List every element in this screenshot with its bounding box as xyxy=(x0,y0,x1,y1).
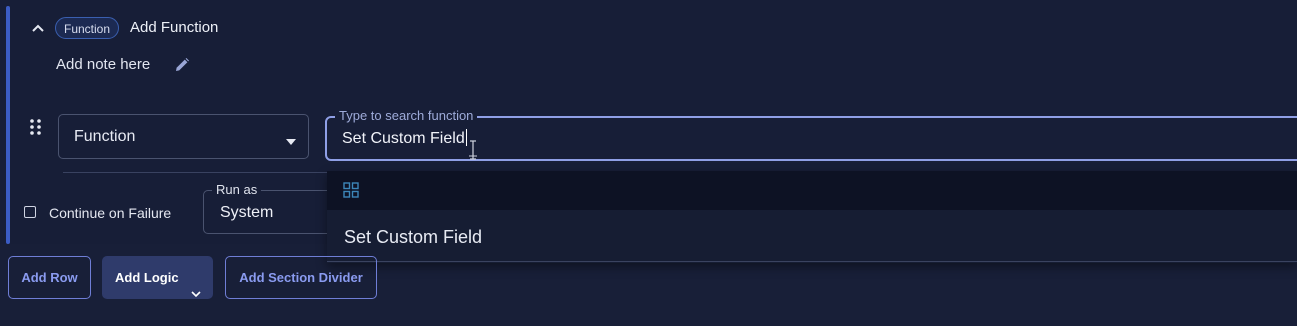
chevron-up-icon[interactable] xyxy=(29,19,47,37)
section-title: Add Function xyxy=(130,19,219,36)
type-select-value: Function xyxy=(74,128,136,145)
run-as-legend: Run as xyxy=(212,182,262,198)
continue-on-failure-label[interactable]: Continue on Failure xyxy=(49,204,171,222)
dropdown-divider xyxy=(327,261,1297,262)
dropdown-option[interactable]: Set Custom Field xyxy=(327,211,1297,261)
function-chip: Function xyxy=(55,17,120,39)
type-select[interactable]: Function xyxy=(58,114,309,159)
search-value-text: Set Custom Field xyxy=(342,130,465,147)
dropdown-option-label: Set Custom Field xyxy=(344,227,483,247)
pencil-icon[interactable] xyxy=(173,56,191,74)
add-logic-button[interactable]: Add Logic xyxy=(102,256,213,299)
caret-down-icon xyxy=(286,133,296,145)
search-legend: Type to search function xyxy=(335,108,478,124)
add-section-divider-button[interactable]: Add Section Divider xyxy=(225,256,377,299)
section-accent-bar xyxy=(6,6,10,244)
add-row-button[interactable]: Add Row xyxy=(8,256,91,299)
chevron-down-icon xyxy=(191,273,201,298)
grid-icon[interactable] xyxy=(343,182,359,198)
continue-on-failure-checkbox[interactable] xyxy=(24,206,36,218)
function-search-dropdown: Set Custom Field xyxy=(327,171,1297,263)
drag-handle-icon[interactable] xyxy=(28,118,44,136)
note-text[interactable]: Add note here xyxy=(56,55,150,75)
search-value: Set Custom Field xyxy=(342,129,467,149)
add-logic-label: Add Logic xyxy=(115,270,179,285)
run-as-value: System xyxy=(220,204,274,221)
run-as-select[interactable]: Run as System xyxy=(203,182,343,234)
text-cursor-icon xyxy=(467,139,479,161)
row-divider xyxy=(63,172,328,173)
dropdown-header xyxy=(327,171,1297,210)
